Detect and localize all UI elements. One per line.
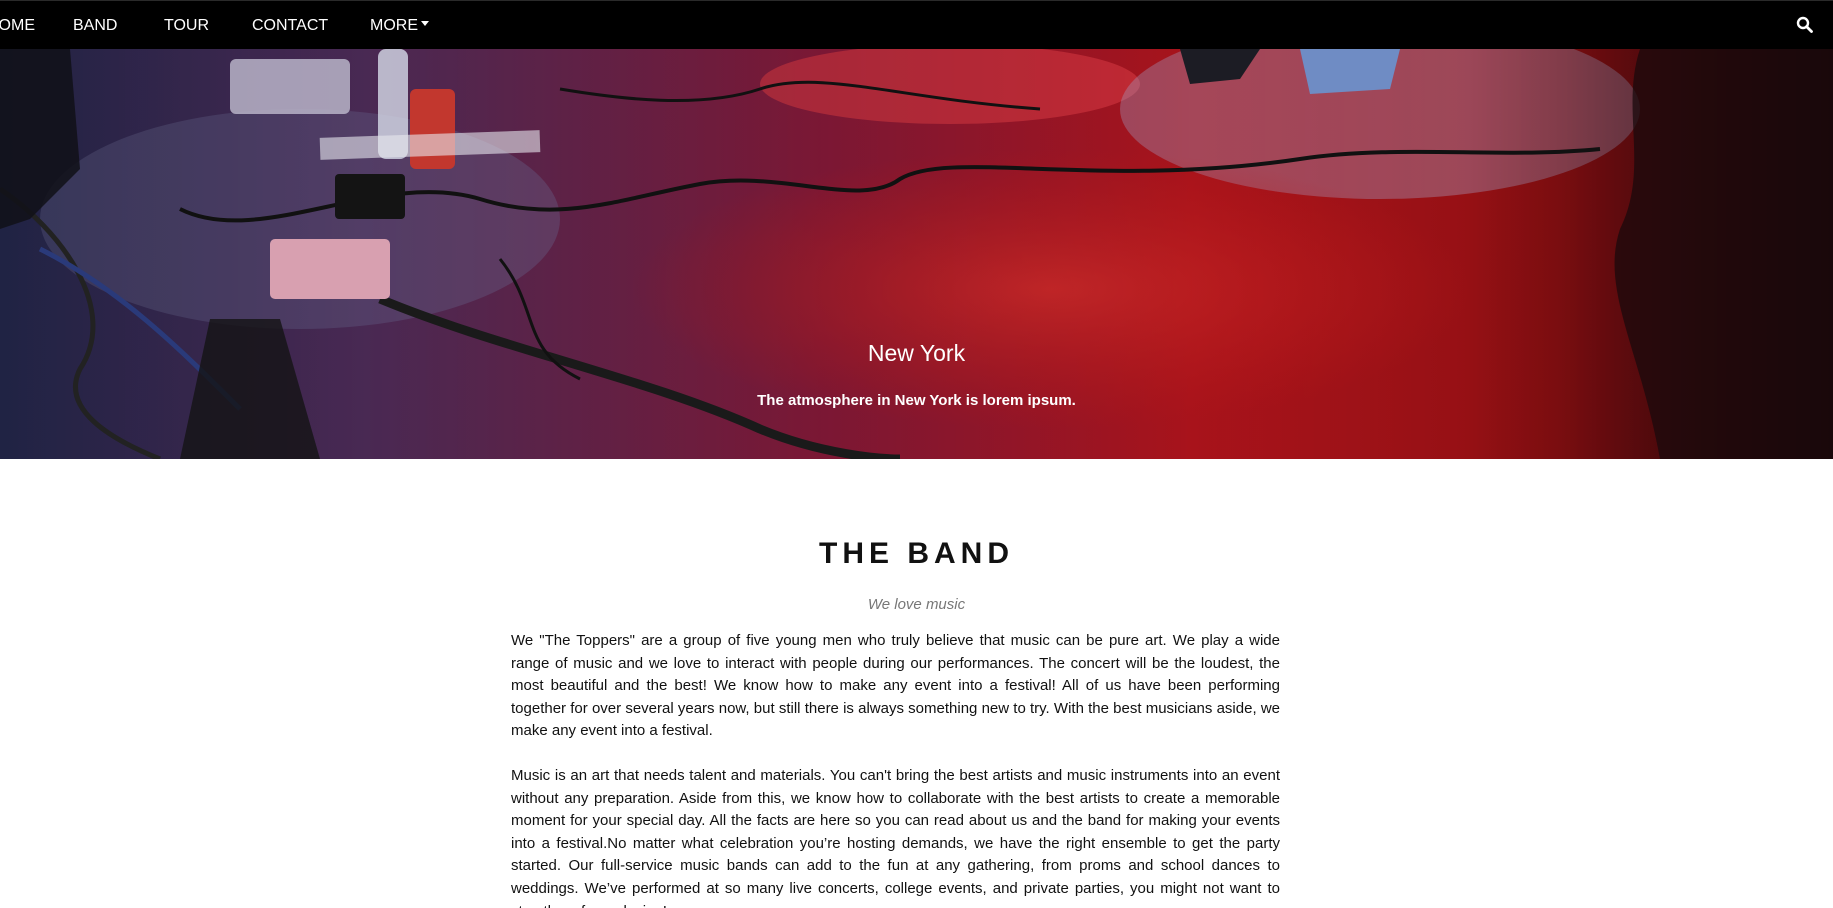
nav-more-dropdown[interactable]: MORE	[370, 1, 429, 50]
hero-title: New York	[867, 340, 966, 366]
top-navbar: HOME BAND TOUR CONTACT MORE	[0, 0, 1833, 49]
nav-home-link[interactable]: HOME	[0, 1, 35, 50]
nav-tour-link[interactable]: TOUR	[164, 1, 209, 50]
caret-down-icon	[421, 21, 429, 27]
band-section-title: THE BAND	[819, 537, 1014, 570]
nav-contact-link[interactable]: CONTACT	[252, 1, 328, 50]
hero-carousel-slide: New York The atmosphere in New York is l…	[0, 49, 1833, 459]
nav-band-link[interactable]: BAND	[73, 1, 117, 50]
band-paragraph: We "The Toppers" are a group of five you…	[511, 632, 1280, 740]
nav-more-label: MORE	[370, 17, 418, 34]
band-tagline: We love music	[867, 596, 966, 613]
band-paragraph: Music is an art that needs talent and ma…	[511, 767, 1280, 908]
hero-subtitle: The atmosphere in New York is lorem ipsu…	[757, 392, 1076, 409]
search-icon[interactable]	[1796, 16, 1814, 34]
